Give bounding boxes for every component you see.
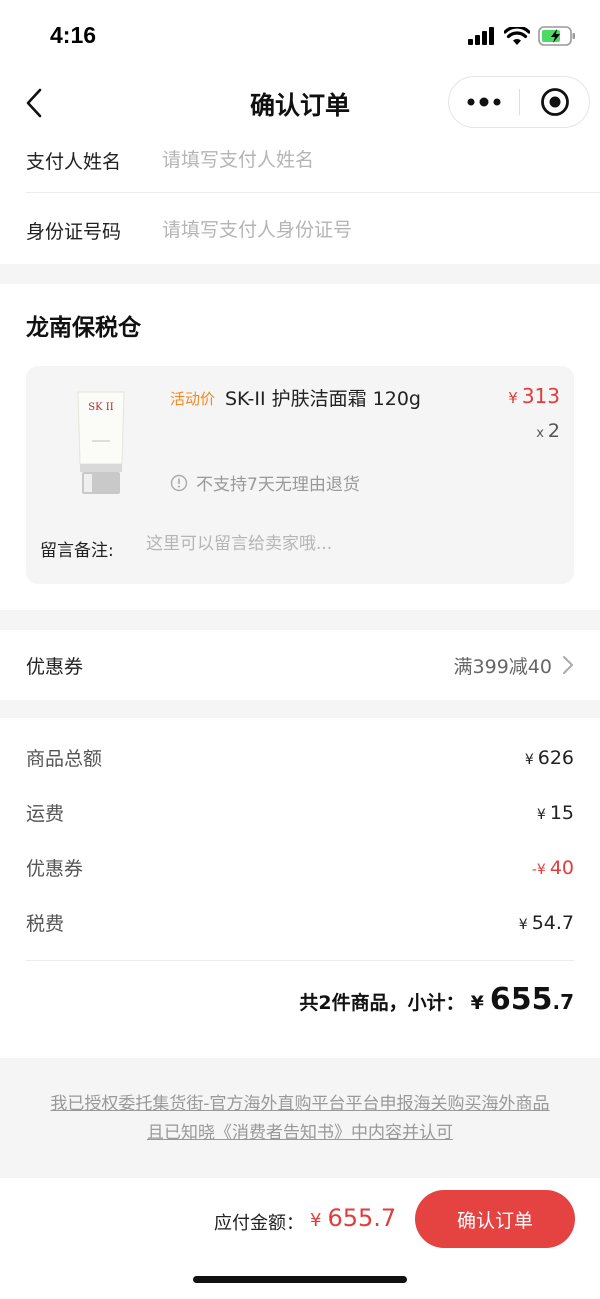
- currency-symbol: ¥: [536, 806, 546, 823]
- currency-symbol: ¥: [310, 1210, 322, 1231]
- status-time: 4:16: [50, 22, 97, 48]
- close-miniprogram-button[interactable]: [520, 77, 589, 127]
- payer-info-section: 支付人姓名 身份证号码: [0, 134, 600, 264]
- coupon-section: 优惠券 满399减40: [0, 630, 600, 700]
- warehouse-name: 龙南保税仓: [26, 315, 141, 341]
- status-icons: [468, 26, 576, 46]
- payer-id-row: 身份证号码: [26, 210, 574, 250]
- summary-row-total: 商品总额 ¥626: [26, 744, 574, 771]
- more-button[interactable]: [449, 77, 519, 127]
- summary-amount: 626: [537, 746, 574, 769]
- summary-row-coupon: 优惠券 -¥ 40: [26, 854, 574, 881]
- price-value: 313: [521, 384, 560, 408]
- home-indicator: [193, 1276, 407, 1283]
- sk2-cleanser-tube-icon: SK II: [77, 391, 125, 494]
- nav-bar: 确认订单: [0, 72, 600, 134]
- currency-symbol: ¥: [518, 916, 528, 933]
- divider: [26, 192, 600, 193]
- subtotal: 共2件商品，小计： ¥ 655 .7: [299, 982, 574, 1017]
- payer-name-row: 支付人姓名: [26, 140, 574, 180]
- return-note-text: 不支持7天无理由退货: [196, 475, 360, 495]
- chevron-right-icon: [563, 656, 573, 674]
- summary-value: ¥15: [537, 802, 574, 824]
- remark-input[interactable]: [146, 534, 546, 554]
- product-name: SK-II 护肤洁面霜 120g: [225, 388, 421, 410]
- subtotal-integer: 655: [489, 982, 553, 1017]
- subtotal-label: 共2件商品，小计：: [299, 992, 465, 1014]
- product-image: SK II: [42, 382, 160, 498]
- svg-text:SK II: SK II: [88, 402, 113, 413]
- coupon-value-text: 满399减40: [453, 655, 552, 678]
- price-currency: ¥: [508, 389, 518, 407]
- remark-label: 留言备注:: [40, 541, 114, 561]
- return-policy-note: 不支持7天无理由退货: [170, 470, 360, 495]
- currency-symbol: ¥: [524, 751, 534, 768]
- summary-label: 优惠券: [26, 858, 84, 880]
- coupon-value: 满399减40: [454, 652, 574, 679]
- order-section: 龙南保税仓 SK II 活动价 SK-II 护肤洁面霜 120g ¥313 x2…: [0, 284, 600, 610]
- battery-icon: [538, 26, 575, 46]
- quantity-prefix: x: [536, 426, 544, 441]
- summary-amount: 54.7: [531, 911, 574, 934]
- summary-label: 商品总额: [26, 748, 103, 770]
- quantity-value: 2: [547, 420, 560, 442]
- agreement-link[interactable]: 我已授权委托集货街-官方海外直购平台平台申报海关购买海外商品 且已知晓《消费者告…: [0, 1090, 600, 1148]
- product-quantity: x2: [536, 420, 560, 442]
- target-close-icon: [540, 88, 569, 116]
- product-price: ¥313: [508, 384, 560, 408]
- payer-name-label: 支付人姓名: [26, 150, 122, 173]
- agreement-line: 且已知晓《消费者告知书》中内容并认可: [147, 1123, 453, 1143]
- product-card: SK II 活动价 SK-II 护肤洁面霜 120g ¥313 x2 不支持7天…: [26, 366, 574, 584]
- divider: [26, 960, 574, 961]
- summary-amount: 15: [549, 801, 574, 824]
- agreement-line: 我已授权委托集货街-官方海外直购平台平台申报海关购买海外商品: [50, 1094, 550, 1114]
- summary-value: ¥54.7: [519, 912, 574, 934]
- info-icon: [170, 474, 188, 491]
- promo-tag: 活动价: [170, 390, 216, 408]
- signal-icon: [468, 27, 494, 45]
- currency-symbol: ¥: [536, 861, 546, 878]
- summary-row-tax: 税费 ¥54.7: [26, 909, 574, 936]
- confirm-order-button[interactable]: 确认订单: [415, 1190, 575, 1248]
- coupon-label: 优惠券: [26, 655, 84, 678]
- summary-label: 税费: [26, 913, 65, 935]
- coupon-row[interactable]: 优惠券 满399减40: [26, 630, 574, 700]
- price-summary-section: 商品总额 ¥626 运费 ¥15 优惠券 -¥ 40 税费 ¥54.7 共2件商品…: [0, 718, 600, 1058]
- subtotal-decimal: .7: [552, 990, 574, 1014]
- pay-amount-value: 655.7: [327, 1204, 397, 1232]
- summary-value: -¥ 40: [532, 857, 574, 879]
- currency-symbol: ¥: [470, 992, 484, 1014]
- payer-id-input[interactable]: [162, 219, 542, 241]
- checkout-bar: 应付金额： ¥655.7 确认订单: [0, 1178, 600, 1299]
- summary-row-shipping: 运费 ¥15: [26, 799, 574, 826]
- miniprogram-capsule: [448, 76, 590, 128]
- pay-label: 应付金额：: [214, 1213, 304, 1234]
- more-dots-icon: [467, 97, 501, 107]
- payer-name-input[interactable]: [162, 149, 542, 171]
- summary-label: 运费: [26, 803, 65, 825]
- payer-id-label: 身份证号码: [26, 220, 122, 243]
- pay-amount: ¥655.7: [310, 1204, 396, 1232]
- summary-value: ¥626: [525, 747, 574, 769]
- wifi-icon: [504, 26, 530, 45]
- summary-amount: 40: [549, 856, 574, 879]
- status-bar: 4:16: [0, 0, 600, 72]
